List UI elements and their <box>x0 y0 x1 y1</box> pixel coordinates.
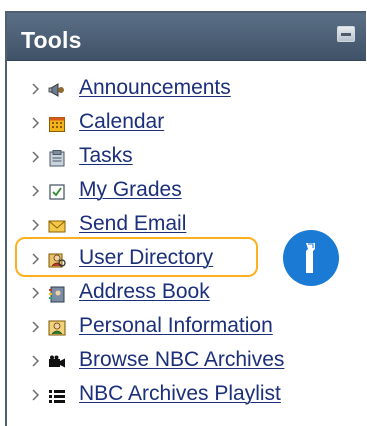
browse-nbc-archives-link[interactable]: Browse NBC Archives <box>79 348 284 372</box>
chevron-right-icon <box>32 287 40 299</box>
user-directory-icon <box>48 253 66 268</box>
tools-panel: Tools Announcements Calendar Tasks My Gr… <box>5 11 366 426</box>
chevron-right-icon <box>32 151 40 163</box>
chevron-right-icon <box>32 219 40 231</box>
tool-item-announcements: Announcements <box>7 73 366 107</box>
info-icon <box>283 230 339 286</box>
tool-item-my-grades: My Grades <box>7 175 366 209</box>
chevron-right-icon <box>32 117 40 129</box>
chevron-right-icon <box>32 83 40 95</box>
chevron-right-icon <box>32 185 40 197</box>
megaphone-icon <box>48 83 64 97</box>
personal-info-icon <box>48 320 66 336</box>
address-book-icon <box>49 286 65 303</box>
collapse-button[interactable] <box>337 26 355 42</box>
envelope-icon <box>48 220 66 233</box>
calendar-icon <box>49 117 65 132</box>
chevron-right-icon <box>32 253 40 265</box>
clipboard-icon <box>49 150 65 167</box>
chevron-right-icon <box>32 355 40 367</box>
chevron-right-icon <box>32 389 40 401</box>
panel-header: Tools <box>7 13 366 61</box>
panel-title: Tools <box>21 27 82 53</box>
chevron-right-icon <box>32 321 40 333</box>
announcements-link[interactable]: Announcements <box>79 76 231 100</box>
tool-item-tasks: Tasks <box>7 141 366 175</box>
tool-item-personal-information: Personal Information <box>7 311 366 345</box>
nbc-archives-playlist-link[interactable]: NBC Archives Playlist <box>79 382 281 406</box>
grades-icon <box>49 184 65 200</box>
personal-information-link[interactable]: Personal Information <box>79 314 273 338</box>
camera-icon <box>49 355 65 368</box>
send-email-link[interactable]: Send Email <box>79 212 186 236</box>
address-book-link[interactable]: Address Book <box>79 280 210 304</box>
list-icon <box>49 390 65 403</box>
tool-item-browse-nbc-archives: Browse NBC Archives <box>7 345 366 379</box>
user-directory-link[interactable]: User Directory <box>79 246 213 270</box>
tool-item-nbc-archives-playlist: NBC Archives Playlist <box>7 379 366 413</box>
tasks-link[interactable]: Tasks <box>79 144 133 168</box>
calendar-link[interactable]: Calendar <box>79 110 164 134</box>
my-grades-link[interactable]: My Grades <box>79 178 182 202</box>
tool-item-calendar: Calendar <box>7 107 366 141</box>
